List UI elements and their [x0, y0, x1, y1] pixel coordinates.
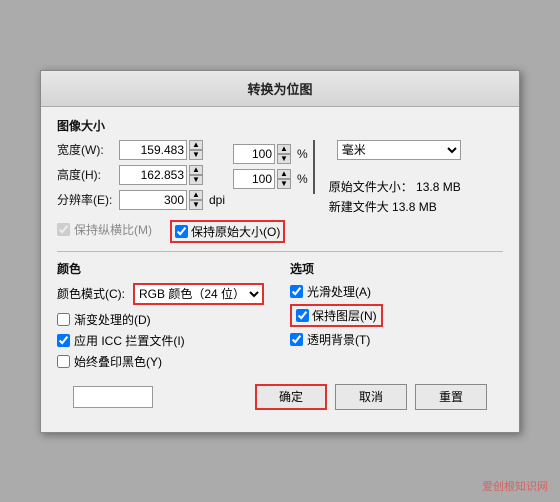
- height-pct-spin-down[interactable]: ▼: [277, 179, 291, 189]
- always-ink-row: 始终叠印黑色(Y): [57, 353, 270, 370]
- height-spin-up[interactable]: ▲: [189, 165, 203, 175]
- width-input[interactable]: [119, 140, 187, 160]
- maintain-original-label: 保持原始大小(O): [191, 223, 280, 240]
- apply-icc-row: 应用 ICC 拦置文件(I): [57, 332, 270, 349]
- reset-button[interactable]: 重置: [415, 384, 487, 410]
- width-spin-up[interactable]: ▲: [189, 140, 203, 150]
- width-label: 宽度(W):: [57, 141, 119, 158]
- keep-layers-checkbox[interactable]: [296, 309, 309, 322]
- height-pct-spinner[interactable]: ▲ ▼: [277, 169, 291, 189]
- height-pct-spin-up[interactable]: ▲: [277, 169, 291, 179]
- new-file-value: 13.8 MB: [392, 200, 437, 214]
- keep-layers-label: 保持图层(N): [312, 307, 377, 324]
- height-spin-down[interactable]: ▼: [189, 175, 203, 185]
- width-spinner[interactable]: ▲ ▼: [189, 140, 203, 160]
- section-image-size-title: 图像大小: [57, 117, 503, 134]
- maintain-ratio-label: 保持纵横比(M): [74, 221, 152, 238]
- anti-alias-label: 光滑处理(A): [307, 283, 371, 300]
- watermark: 爱创根知识网: [482, 478, 548, 494]
- color-mode-select[interactable]: RGB 颜色（24 位） 灰度（8 位） 黑白（1 位）: [133, 283, 264, 305]
- apply-icc-label: 应用 ICC 拦置文件(I): [74, 332, 185, 349]
- apply-icc-checkbox[interactable]: [57, 334, 70, 347]
- dialog-convert-bitmap: 转换为位图 图像大小 宽度(W): ▲ ▼: [40, 70, 520, 433]
- pct-symbol-1: %: [297, 147, 308, 161]
- width-pct-input[interactable]: [233, 144, 275, 164]
- color-mode-label: 颜色模式(C):: [57, 285, 125, 302]
- resolution-spinner[interactable]: ▲ ▼: [189, 190, 203, 210]
- halftone-row: 渐变处理的(D): [57, 311, 270, 328]
- maintain-ratio-checkbox[interactable]: [57, 223, 70, 236]
- height-label: 高度(H):: [57, 166, 119, 183]
- resolution-label: 分辨率(E):: [57, 191, 119, 208]
- height-spinner[interactable]: ▲ ▼: [189, 165, 203, 185]
- halftone-label: 渐变处理的(D): [74, 311, 151, 328]
- original-file-value: 13.8 MB: [416, 180, 461, 194]
- maintain-ratio-row: 保持纵横比(M): [57, 220, 152, 239]
- width-pct-spin-down[interactable]: ▼: [277, 154, 291, 164]
- always-ink-checkbox[interactable]: [57, 355, 70, 368]
- unit-select[interactable]: 毫米 厘米 英寸 像素: [337, 140, 461, 160]
- dpi-label: dpi: [209, 193, 225, 207]
- height-pct-input[interactable]: [233, 169, 275, 189]
- transparent-bg-label: 透明背景(T): [307, 331, 370, 348]
- maintain-original-checkbox[interactable]: [175, 225, 188, 238]
- ok-button[interactable]: 确定: [255, 384, 327, 410]
- always-ink-label: 始终叠印黑色(Y): [74, 353, 162, 370]
- resolution-spin-up[interactable]: ▲: [189, 190, 203, 200]
- section-color-title: 颜色: [57, 260, 270, 277]
- original-file-label: 原始文件大小：: [329, 180, 413, 194]
- new-file-label: 新建文件大: [329, 200, 389, 214]
- height-input[interactable]: [119, 165, 187, 185]
- transparent-bg-checkbox[interactable]: [290, 333, 303, 346]
- width-spin-down[interactable]: ▼: [189, 150, 203, 160]
- cancel-button[interactable]: 取消: [335, 384, 407, 410]
- section-options-title: 选项: [290, 260, 503, 277]
- width-pct-spin-up[interactable]: ▲: [277, 144, 291, 154]
- width-pct-spinner[interactable]: ▲ ▼: [277, 144, 291, 164]
- anti-alias-row: 光滑处理(A): [290, 283, 503, 300]
- halftone-checkbox[interactable]: [57, 313, 70, 326]
- resolution-input[interactable]: [119, 190, 187, 210]
- keep-layers-row: 保持图层(N): [290, 304, 383, 327]
- bottom-input[interactable]: [73, 386, 153, 408]
- pct-symbol-2: %: [297, 172, 308, 186]
- maintain-original-row: 保持原始大小(O): [170, 220, 285, 243]
- anti-alias-checkbox[interactable]: [290, 285, 303, 298]
- resolution-spin-down[interactable]: ▼: [189, 200, 203, 210]
- transparent-bg-row: 透明背景(T): [290, 331, 503, 348]
- dialog-title: 转换为位图: [41, 71, 519, 107]
